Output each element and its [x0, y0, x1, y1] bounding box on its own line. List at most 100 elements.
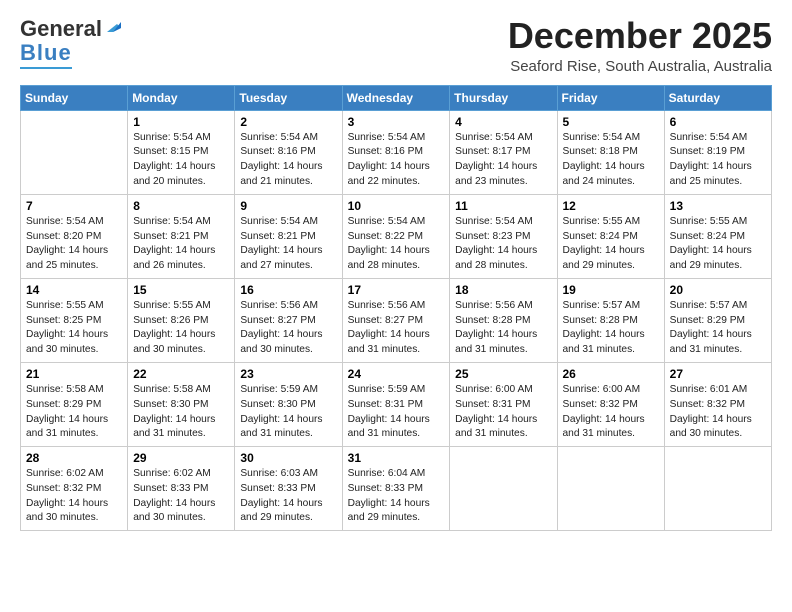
day-number: 26: [563, 367, 659, 381]
day-info: Sunrise: 6:04 AM Sunset: 8:33 PM Dayligh…: [348, 467, 445, 526]
table-row: 1 Sunrise: 5:54 AM Sunset: 8:15 PM Daylig…: [128, 110, 235, 194]
day-info: Sunrise: 5:56 AM Sunset: 8:28 PM Dayligh…: [455, 299, 551, 358]
day-number: 17: [348, 283, 445, 297]
day-info: Sunrise: 5:59 AM Sunset: 8:31 PM Dayligh…: [348, 383, 445, 442]
logo-blue-text: Blue: [20, 40, 72, 66]
day-info: Sunrise: 5:54 AM Sunset: 8:16 PM Dayligh…: [240, 131, 336, 190]
table-row: 17Sunrise: 5:56 AM Sunset: 8:27 PM Dayli…: [342, 278, 450, 362]
page-header: General Blue December 2025 Seaford Rise,…: [20, 16, 772, 75]
day-number: 10: [348, 199, 445, 213]
day-number: 12: [563, 199, 659, 213]
day-number: 18: [455, 283, 551, 297]
day-number: 23: [240, 367, 336, 381]
day-info: Sunrise: 5:54 AM Sunset: 8:18 PM Dayligh…: [563, 131, 659, 190]
day-info: Sunrise: 5:54 AM Sunset: 8:17 PM Dayligh…: [455, 131, 551, 190]
table-row: 27 Sunrise: 6:01 AM Sunset: 8:32 PM Dayli…: [664, 362, 771, 446]
day-number: 9: [240, 199, 336, 213]
table-row: [664, 447, 771, 531]
table-row: [557, 447, 664, 531]
table-row: 10 Sunrise: 5:54 AM Sunset: 8:22 PM Dayli…: [342, 194, 450, 278]
day-info: Sunrise: 5:54 AM Sunset: 8:16 PM Dayligh…: [348, 131, 445, 190]
table-row: 12 Sunrise: 5:55 AM Sunset: 8:24 PM Dayli…: [557, 194, 664, 278]
calendar-row: 7 Sunrise: 5:54 AM Sunset: 8:20 PM Daylig…: [21, 194, 772, 278]
day-number: 24: [348, 367, 445, 381]
table-row: 2 Sunrise: 5:54 AM Sunset: 8:16 PM Daylig…: [235, 110, 342, 194]
day-number: 2: [240, 115, 336, 129]
logo: General Blue: [20, 16, 121, 69]
header-wednesday: Wednesday: [342, 85, 450, 110]
table-row: 13 Sunrise: 5:55 AM Sunset: 8:24 PM Dayli…: [664, 194, 771, 278]
calendar-row: 28 Sunrise: 6:02 AM Sunset: 8:32 PM Dayli…: [21, 447, 772, 531]
table-row: 28 Sunrise: 6:02 AM Sunset: 8:32 PM Dayli…: [21, 447, 128, 531]
day-info: Sunrise: 6:03 AM Sunset: 8:33 PM Dayligh…: [240, 467, 336, 526]
table-row: 3 Sunrise: 5:54 AM Sunset: 8:16 PM Daylig…: [342, 110, 450, 194]
table-row: 22 Sunrise: 5:58 AM Sunset: 8:30 PM Dayli…: [128, 362, 235, 446]
day-info: Sunrise: 5:54 AM Sunset: 8:20 PM Dayligh…: [26, 215, 122, 274]
day-info: Sunrise: 5:57 AM Sunset: 8:29 PM Dayligh…: [670, 299, 766, 358]
day-info: Sunrise: 5:58 AM Sunset: 8:30 PM Dayligh…: [133, 383, 229, 442]
day-number: 27: [670, 367, 766, 381]
table-row: 15 Sunrise: 5:55 AM Sunset: 8:26 PM Dayli…: [128, 278, 235, 362]
table-row: 19Sunrise: 5:57 AM Sunset: 8:28 PM Dayli…: [557, 278, 664, 362]
day-number: 5: [563, 115, 659, 129]
table-row: 23 Sunrise: 5:59 AM Sunset: 8:30 PM Dayli…: [235, 362, 342, 446]
table-row: 6Sunrise: 5:54 AM Sunset: 8:19 PM Daylig…: [664, 110, 771, 194]
day-number: 29: [133, 451, 229, 465]
day-number: 30: [240, 451, 336, 465]
table-row: 9 Sunrise: 5:54 AM Sunset: 8:21 PM Daylig…: [235, 194, 342, 278]
month-title: December 2025: [508, 16, 772, 56]
logo-general-text: General: [20, 16, 102, 42]
day-info: Sunrise: 5:54 AM Sunset: 8:23 PM Dayligh…: [455, 215, 551, 274]
day-number: 16: [240, 283, 336, 297]
day-number: 22: [133, 367, 229, 381]
table-row: 11 Sunrise: 5:54 AM Sunset: 8:23 PM Dayli…: [450, 194, 557, 278]
day-number: 28: [26, 451, 122, 465]
day-number: 1: [133, 115, 229, 129]
day-info: Sunrise: 5:55 AM Sunset: 8:25 PM Dayligh…: [26, 299, 122, 358]
day-number: 8: [133, 199, 229, 213]
table-row: 21Sunrise: 5:58 AM Sunset: 8:29 PM Dayli…: [21, 362, 128, 446]
title-block: December 2025 Seaford Rise, South Austra…: [508, 16, 772, 75]
day-info: Sunrise: 5:54 AM Sunset: 8:15 PM Dayligh…: [133, 131, 229, 190]
logo-bird-icon: [103, 18, 121, 36]
day-number: 31: [348, 451, 445, 465]
day-number: 11: [455, 199, 551, 213]
day-info: Sunrise: 5:55 AM Sunset: 8:26 PM Dayligh…: [133, 299, 229, 358]
calendar-row: 1 Sunrise: 5:54 AM Sunset: 8:15 PM Daylig…: [21, 110, 772, 194]
day-number: 25: [455, 367, 551, 381]
day-number: 3: [348, 115, 445, 129]
header-friday: Friday: [557, 85, 664, 110]
table-row: 14Sunrise: 5:55 AM Sunset: 8:25 PM Dayli…: [21, 278, 128, 362]
day-info: Sunrise: 6:02 AM Sunset: 8:32 PM Dayligh…: [26, 467, 122, 526]
logo-underline: [20, 67, 72, 69]
table-row: 24 Sunrise: 5:59 AM Sunset: 8:31 PM Dayli…: [342, 362, 450, 446]
table-row: 25 Sunrise: 6:00 AM Sunset: 8:31 PM Dayli…: [450, 362, 557, 446]
day-number: 13: [670, 199, 766, 213]
table-row: 20 Sunrise: 5:57 AM Sunset: 8:29 PM Dayli…: [664, 278, 771, 362]
day-info: Sunrise: 6:00 AM Sunset: 8:31 PM Dayligh…: [455, 383, 551, 442]
day-info: Sunrise: 6:00 AM Sunset: 8:32 PM Dayligh…: [563, 383, 659, 442]
table-row: 18 Sunrise: 5:56 AM Sunset: 8:28 PM Dayli…: [450, 278, 557, 362]
day-info: Sunrise: 5:54 AM Sunset: 8:22 PM Dayligh…: [348, 215, 445, 274]
day-number: 19: [563, 283, 659, 297]
day-number: 7: [26, 199, 122, 213]
day-info: Sunrise: 5:55 AM Sunset: 8:24 PM Dayligh…: [563, 215, 659, 274]
table-row: 5 Sunrise: 5:54 AM Sunset: 8:18 PM Daylig…: [557, 110, 664, 194]
day-info: Sunrise: 5:54 AM Sunset: 8:21 PM Dayligh…: [240, 215, 336, 274]
table-row: 4 Sunrise: 5:54 AM Sunset: 8:17 PM Daylig…: [450, 110, 557, 194]
day-number: 20: [670, 283, 766, 297]
header-sunday: Sunday: [21, 85, 128, 110]
table-row: 7 Sunrise: 5:54 AM Sunset: 8:20 PM Daylig…: [21, 194, 128, 278]
table-row: 29Sunrise: 6:02 AM Sunset: 8:33 PM Dayli…: [128, 447, 235, 531]
day-info: Sunrise: 5:55 AM Sunset: 8:24 PM Dayligh…: [670, 215, 766, 274]
day-number: 15: [133, 283, 229, 297]
calendar-table: Sunday Monday Tuesday Wednesday Thursday…: [20, 85, 772, 532]
table-row: 8Sunrise: 5:54 AM Sunset: 8:21 PM Daylig…: [128, 194, 235, 278]
day-info: Sunrise: 6:01 AM Sunset: 8:32 PM Dayligh…: [670, 383, 766, 442]
day-number: 21: [26, 367, 122, 381]
day-info: Sunrise: 5:56 AM Sunset: 8:27 PM Dayligh…: [240, 299, 336, 358]
day-info: Sunrise: 5:59 AM Sunset: 8:30 PM Dayligh…: [240, 383, 336, 442]
header-thursday: Thursday: [450, 85, 557, 110]
day-number: 4: [455, 115, 551, 129]
calendar-header-row: Sunday Monday Tuesday Wednesday Thursday…: [21, 85, 772, 110]
